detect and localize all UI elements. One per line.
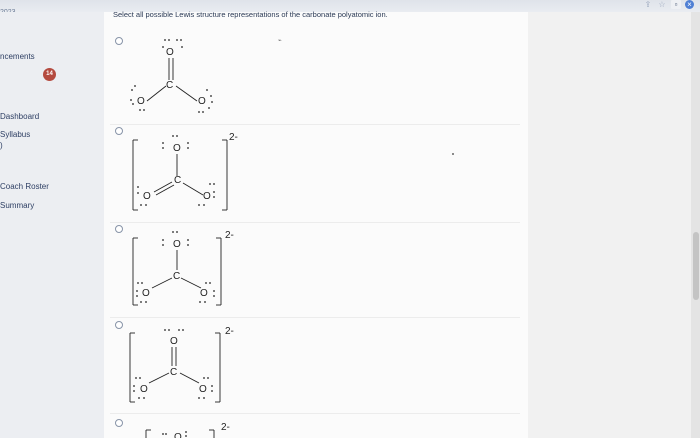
svg-text:O: O — [140, 384, 148, 395]
lewis-structures: O C O O O C O O O C O O O C O O O 2- 2- … — [129, 39, 238, 438]
svg-text:C: C — [170, 367, 177, 378]
svg-text:O: O — [173, 143, 181, 154]
svg-text:O: O — [170, 336, 178, 347]
svg-text:O: O — [143, 191, 151, 202]
svg-text:O: O — [203, 191, 211, 202]
svg-text:O: O — [166, 47, 174, 58]
svg-text:C: C — [166, 80, 173, 91]
svg-text:C: C — [173, 271, 180, 282]
option-3-charge: 2- — [225, 230, 234, 241]
svg-text:O: O — [198, 96, 206, 107]
svg-text:O: O — [200, 288, 208, 299]
option-5-charge: 2- — [221, 422, 230, 433]
svg-text:C: C — [174, 175, 181, 186]
svg-text:O: O — [174, 432, 182, 438]
option-2-charge: 2- — [229, 132, 238, 143]
svg-text:O: O — [173, 239, 181, 250]
svg-text:O: O — [142, 288, 150, 299]
svg-text:O: O — [137, 96, 145, 107]
svg-text:O: O — [199, 384, 207, 395]
option-4-charge: 2- — [225, 326, 234, 337]
